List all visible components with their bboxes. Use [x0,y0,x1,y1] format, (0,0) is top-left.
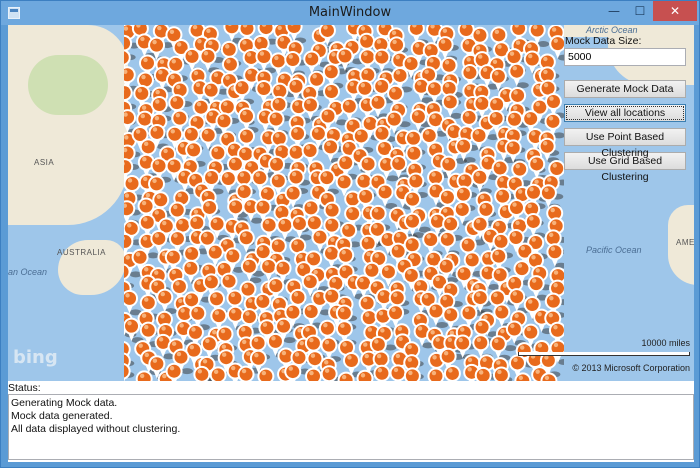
status-line: Mock data generated. [11,410,113,422]
window-title: MainWindow [308,5,392,20]
grid-clustering-button[interactable]: Use Grid Based Clustering [564,152,686,183]
minimize-button[interactable]: — [601,1,627,21]
map-label-asia: ASIA [34,158,55,167]
pushpin-icon[interactable] [124,289,142,316]
status-line: Generating Mock data. [11,397,118,409]
status-label: Status: [8,382,41,394]
main-window: MainWindow — ☐ ✕ ASIA AUSTRALIA an Ocean… [0,0,700,468]
pushpin-icon[interactable] [443,364,465,381]
bing-logo: bing [13,347,58,368]
maximize-button[interactable]: ☐ [627,1,653,21]
map-label-indian-ocean: an Ocean [8,267,48,277]
map-label-pacific-ocean: Pacific Ocean [586,245,642,255]
map-view[interactable]: ASIA AUSTRALIA an Ocean Pacific Ocean Ar… [8,25,694,381]
control-panel: Mock Data Size: 5000 Generate Mock Data … [564,35,690,183]
map-scale-bar [518,352,690,356]
map-copyright: © 2013 Microsoft Corporation [572,363,690,373]
map-label-australia: AUSTRALIA [57,248,106,257]
point-clustering-button[interactable]: Use Point Based Clustering [564,128,686,159]
title-bar[interactable]: MainWindow — ☐ ✕ [1,1,699,25]
map-label-arctic-ocean: Arctic Ocean [586,25,638,35]
mock-data-size-input[interactable]: 5000 [564,48,686,66]
pushpin-svg [124,25,564,381]
client-area: ASIA AUSTRALIA an Ocean Pacific Ocean Ar… [8,25,694,462]
pushpin-layer[interactable] [124,25,564,381]
pushpin-icon[interactable] [508,62,529,89]
map-label-america-partial: AME [676,238,694,247]
status-line: All data displayed without clustering. [11,423,181,435]
land-asia-green [28,55,108,115]
mock-data-size-label: Mock Data Size: [565,35,642,47]
close-button[interactable]: ✕ [653,1,697,21]
view-all-locations-button[interactable]: View all locations [564,104,686,122]
generate-mock-data-button[interactable]: Generate Mock Data [564,80,686,98]
pushpin-icon[interactable] [257,367,278,381]
map-scale-label: 10000 miles [641,338,690,348]
status-textbox[interactable]: Generating Mock data. Mock data generate… [8,394,694,460]
pushpin-icon[interactable] [546,243,564,269]
